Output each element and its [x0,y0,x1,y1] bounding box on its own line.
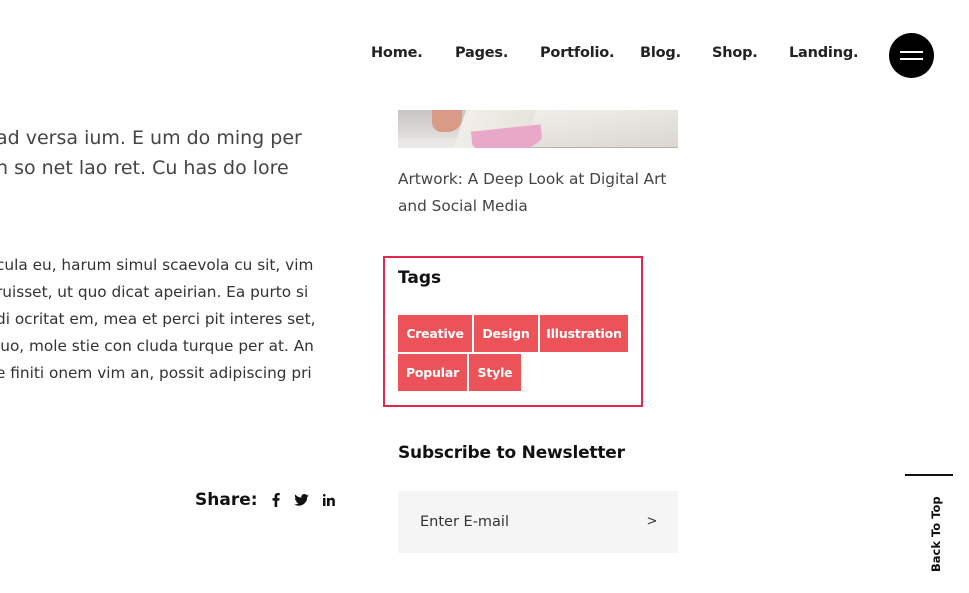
body-line: ruisset, ut quo dicat apeirian. Ea purto… [0,283,309,301]
tag-illustration[interactable]: Illustration [540,315,628,352]
back-to-top-line [905,474,953,476]
body-line: e finiti onem vim an, possit adipiscing … [0,364,312,382]
twitter-icon[interactable] [293,494,309,506]
nav-item-blog[interactable]: Blog. [640,45,681,61]
submit-arrow-icon[interactable]: > [638,491,666,553]
body-line: di ocritat em, mea et perci pit interes … [0,310,316,328]
facebook-icon[interactable] [272,493,280,507]
tags-title: Tags [398,268,442,288]
hamburger-menu-button[interactable] [889,33,934,78]
nav-item-shop[interactable]: Shop. [712,45,758,61]
newsletter-form: > [398,491,678,553]
lead-line: ad versa ium. E um do ming per [0,127,302,149]
tag-creative[interactable]: Creative [398,315,472,352]
share-label: Share: [195,490,258,510]
body-line: cula eu, harum simul scaevola cu sit, vi… [0,256,314,274]
tags-widget: Tags Creative Design Illustration Popula… [383,256,643,407]
nav-item-portfolio[interactable]: Portfolio. [540,45,615,61]
tag-style[interactable]: Style [469,354,521,391]
recent-post-title[interactable]: Artwork: A Deep Look at Digital Art and … [398,166,688,220]
recent-post-thumbnail[interactable] [398,110,678,148]
lead-line: n so net lao ret. Cu has do lore [0,157,289,179]
main-nav: Home. Pages. Portfolio. Blog. Shop. Land… [0,0,969,110]
share-bar: Share: [195,488,349,512]
back-to-top-label: Back To Top [929,496,943,572]
article-lead-paragraph: ad versa ium. E um do ming per n so net … [0,123,326,183]
tag-popular[interactable]: Popular [398,354,467,391]
nav-item-landing[interactable]: Landing. [789,45,859,61]
tag-design[interactable]: Design [474,315,538,352]
hamburger-menu-icon [900,51,923,53]
email-input[interactable] [398,491,628,553]
back-to-top-button[interactable]: Back To Top [905,474,953,584]
nav-item-pages[interactable]: Pages. [455,45,508,61]
linkedin-icon[interactable] [322,494,335,506]
hamburger-menu-icon-line [900,58,923,60]
nav-item-home[interactable]: Home. [371,45,423,61]
body-line: luo, mole stie con cluda turque per at. … [0,337,314,355]
article-body-paragraph: cula eu, harum simul scaevola cu sit, vi… [0,252,330,387]
newsletter-title: Subscribe to Newsletter [398,443,625,463]
